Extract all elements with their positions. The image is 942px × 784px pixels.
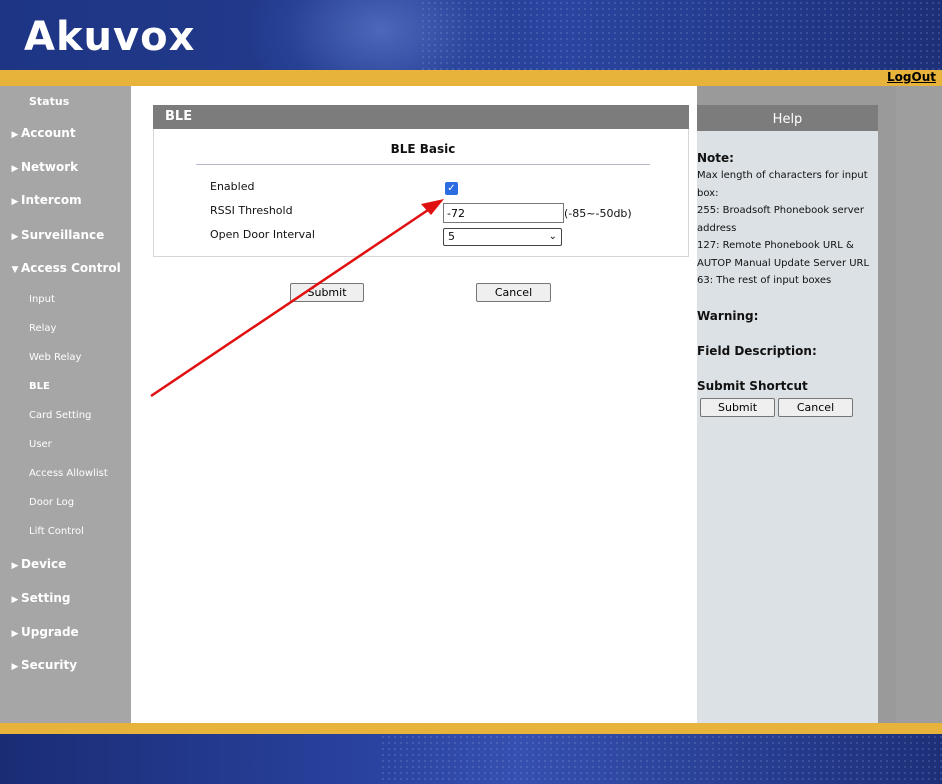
sidebar-item-label: Upgrade xyxy=(21,625,79,639)
caret-right-icon: ▶ xyxy=(11,629,19,639)
sidebar-item-label: Intercom xyxy=(21,193,82,207)
sidebar-item-label: Security xyxy=(21,658,78,672)
sidebar-item-label: Input xyxy=(29,294,55,305)
select-value: 5 xyxy=(448,230,455,243)
sidebar-item-label: Card Setting xyxy=(29,410,92,421)
help-note-line: 63: The rest of input boxes xyxy=(697,275,832,286)
enabled-label: Enabled xyxy=(210,180,255,193)
sidebar-subitem-access-allowlist[interactable]: Access Allowlist xyxy=(0,468,131,479)
sidebar-item-intercom[interactable]: ▶ Intercom xyxy=(0,193,131,207)
help-note-text: Max length of characters for input box: … xyxy=(697,167,878,290)
sidebar-subitem-door-log[interactable]: Door Log xyxy=(0,497,131,508)
sidebar-item-device[interactable]: ▶ Device xyxy=(0,557,131,571)
help-warning-heading: Warning: xyxy=(697,309,759,323)
section-title: BLE Basic xyxy=(390,142,456,156)
sidebar-item-label: Setting xyxy=(21,591,71,605)
sidebar-item-label: Relay xyxy=(29,323,57,334)
sidebar-subitem-web-relay[interactable]: Web Relay xyxy=(0,352,131,363)
sidebar-subitem-input[interactable]: Input xyxy=(0,294,131,305)
sidebar-item-label: BLE xyxy=(29,381,50,392)
help-submit-shortcut-heading: Submit Shortcut xyxy=(697,379,808,393)
sidebar-item-security[interactable]: ▶ Security xyxy=(0,658,131,672)
sidebar-item-upgrade[interactable]: ▶ Upgrade xyxy=(0,625,131,639)
shortcut-cancel-button[interactable]: Cancel xyxy=(778,398,853,417)
logout-link[interactable]: LogOut xyxy=(887,70,936,84)
footer-banner xyxy=(0,734,942,784)
help-title: Help xyxy=(697,105,878,131)
shortcut-submit-button[interactable]: Submit xyxy=(700,398,775,417)
sidebar-subitem-user[interactable]: User xyxy=(0,439,131,450)
sidebar-item-label: Door Log xyxy=(29,497,75,508)
caret-right-icon: ▶ xyxy=(11,561,19,571)
help-note-line: address xyxy=(697,222,737,234)
cancel-button[interactable]: Cancel xyxy=(476,283,551,302)
sidebar-item-network[interactable]: ▶ Network xyxy=(0,160,131,174)
sidebar-item-status[interactable]: Status xyxy=(0,95,131,108)
akuvox-logo: Akuvox xyxy=(24,14,196,60)
sidebar-item-label: Device xyxy=(21,557,67,571)
checkmark-icon: ✓ xyxy=(447,183,456,194)
open-door-interval-select[interactable]: 5 ⌄ xyxy=(443,228,562,246)
rssi-threshold-label: RSSI Threshold xyxy=(210,204,293,217)
help-note-line: 255: Broadsoft Phonebook server xyxy=(697,205,864,216)
section-divider xyxy=(196,164,650,165)
open-door-interval-label: Open Door Interval xyxy=(210,228,315,241)
help-note-line: AUTOP Manual Update Server URL xyxy=(697,257,870,269)
sidebar-item-label: Network xyxy=(21,160,79,174)
sidebar-item-account[interactable]: ▶ Account xyxy=(0,126,131,140)
caret-right-icon: ▶ xyxy=(11,662,19,672)
help-note-line: box: xyxy=(697,187,719,199)
sidebar-subitem-lift-control[interactable]: Lift Control xyxy=(0,526,131,537)
panel-title: BLE xyxy=(153,105,689,129)
sidebar-item-label: Status xyxy=(29,95,70,108)
caret-right-icon: ▶ xyxy=(11,595,19,605)
help-note-line: Max length of characters for input xyxy=(697,170,868,181)
caret-right-icon: ▶ xyxy=(11,197,19,207)
sidebar-subitem-relay[interactable]: Relay xyxy=(0,323,131,334)
rssi-threshold-input[interactable] xyxy=(443,203,564,223)
caret-down-icon: ▼ xyxy=(11,265,19,275)
sidebar-subitem-card-setting[interactable]: Card Setting xyxy=(0,410,131,421)
sidebar-item-label: Lift Control xyxy=(29,526,84,537)
caret-right-icon: ▶ xyxy=(11,232,19,242)
chevron-down-icon: ⌄ xyxy=(548,231,557,242)
header-banner: Akuvox xyxy=(0,0,942,70)
help-note-line: 127: Remote Phonebook URL & xyxy=(697,240,854,251)
top-gold-bar xyxy=(0,70,942,86)
footer-pattern xyxy=(380,734,942,784)
caret-right-icon: ▶ xyxy=(11,130,19,140)
help-note-heading: Note: xyxy=(697,151,734,165)
sidebar-item-label: Access Control xyxy=(21,261,121,275)
sidebar-item-label: Account xyxy=(21,126,76,140)
caret-right-icon: ▶ xyxy=(11,164,19,174)
right-margin-strip xyxy=(896,86,942,723)
sidebar-item-surveillance[interactable]: ▶ Surveillance xyxy=(0,228,131,242)
header-pattern xyxy=(420,0,942,70)
bottom-gold-bar xyxy=(0,723,942,734)
sidebar-item-label: User xyxy=(29,439,52,450)
submit-button[interactable]: Submit xyxy=(290,283,364,302)
rssi-range-hint: (-85~-50db) xyxy=(564,207,632,220)
sidebar-subitem-ble[interactable]: BLE xyxy=(0,381,131,392)
enabled-checkbox[interactable]: ✓ xyxy=(445,182,458,195)
sidebar-item-setting[interactable]: ▶ Setting xyxy=(0,591,131,605)
help-field-description-heading: Field Description: xyxy=(697,344,817,358)
sidebar-item-access-control[interactable]: ▼ Access Control xyxy=(0,261,131,275)
sidebar-item-label: Web Relay xyxy=(29,352,82,363)
sidebar-item-label: Surveillance xyxy=(21,228,105,242)
sidebar-item-label: Access Allowlist xyxy=(29,468,108,479)
